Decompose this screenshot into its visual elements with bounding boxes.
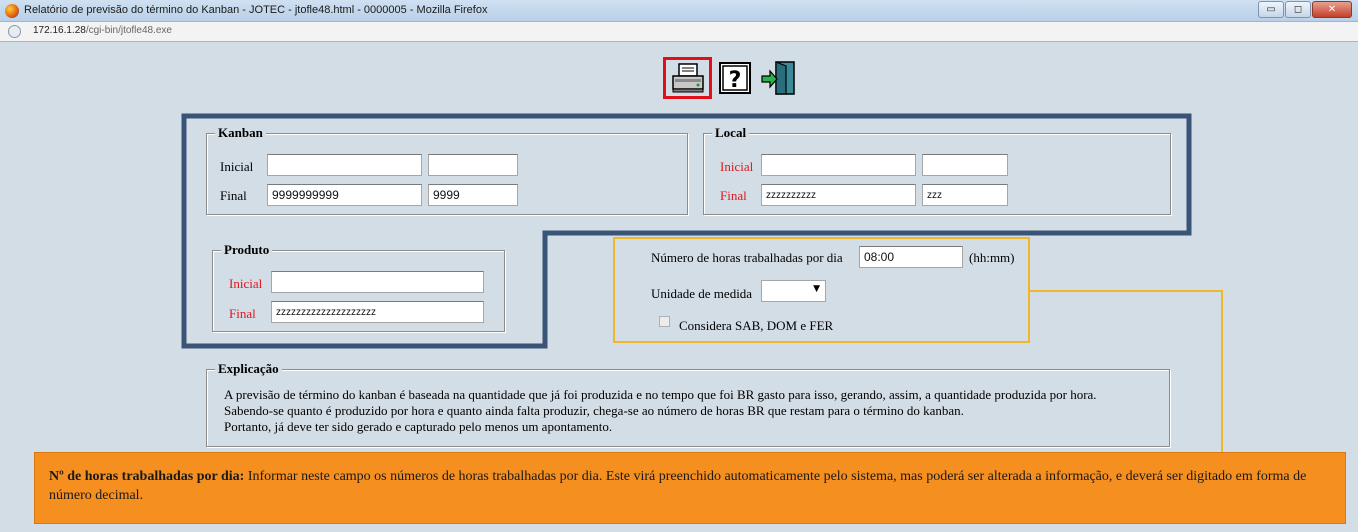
kanban-inicial-label: Inicial <box>220 159 254 174</box>
produto-legend: Produto <box>221 242 273 258</box>
exit-door-icon <box>761 61 795 95</box>
window-controls: ▭ ◻ ✕ <box>1257 1 1352 18</box>
considera-label: Considera SAB, DOM e FER <box>679 318 834 333</box>
callout-title: Nº de horas trabalhadas por dia: <box>49 469 245 484</box>
help-button[interactable]: ? <box>716 58 754 98</box>
produto-final-label: Final <box>229 306 256 321</box>
help-callout: Nº de horas trabalhadas por dia: Informa… <box>34 452 1346 524</box>
window-title: Relatório de previsão do término do Kanb… <box>24 4 488 16</box>
explicacao-legend: Explicação <box>215 361 282 377</box>
local-final-seq-field[interactable]: zzz <box>922 184 1008 206</box>
callout-connector-vertical <box>1221 290 1223 452</box>
horas-field[interactable]: 08:00 <box>859 246 963 268</box>
explicacao-line-3: Portanto, já deve ter sido gerado e capt… <box>224 419 613 434</box>
unidade-label: Unidade de medida <box>651 286 753 301</box>
local-final-field[interactable]: zzzzzzzzzz <box>761 184 916 206</box>
kanban-final-seq-field[interactable]: 9999 <box>428 184 518 206</box>
printer-icon <box>671 63 704 93</box>
print-button[interactable] <box>663 57 712 99</box>
callout-connector-horizontal <box>1030 290 1223 292</box>
kanban-legend: Kanban <box>215 125 266 141</box>
address-bar[interactable]: 172.16.1.28/cgi-bin/jtofle48.exe <box>0 22 1358 42</box>
kanban-final-label: Final <box>220 188 247 203</box>
chevron-down-icon: ▼ <box>813 284 820 294</box>
window-titlebar: Relatório de previsão do término do Kanb… <box>0 0 1358 22</box>
produto-inicial-label: Inicial <box>229 276 263 291</box>
horas-unit: (hh:mm) <box>969 250 1015 265</box>
maximize-icon[interactable]: ◻ <box>1285 1 1311 18</box>
kanban-inicial-seq-field[interactable] <box>428 154 518 176</box>
produto-final-field[interactable]: zzzzzzzzzzzzzzzzzzzz <box>271 301 484 323</box>
local-inicial-label: Inicial <box>720 159 754 174</box>
address-url[interactable]: 172.16.1.28/cgi-bin/jtofle48.exe <box>33 25 172 36</box>
considera-checkbox[interactable] <box>659 316 670 327</box>
kanban-inicial-field[interactable] <box>267 154 422 176</box>
kanban-final-field[interactable]: 9999999999 <box>267 184 422 206</box>
exit-button[interactable] <box>759 58 799 98</box>
help-icon: ? <box>719 62 751 94</box>
local-inicial-field[interactable] <box>761 154 916 176</box>
horas-label: Número de horas trabalhadas por dia <box>651 250 843 265</box>
explicacao-line-1: A previsão de término do kanban é basead… <box>224 387 1097 402</box>
local-inicial-seq-field[interactable] <box>922 154 1008 176</box>
local-legend: Local <box>712 125 750 141</box>
minimize-icon[interactable]: ▭ <box>1258 1 1284 18</box>
firefox-icon <box>5 4 19 18</box>
globe-icon <box>8 25 21 38</box>
local-final-label: Final <box>720 188 747 203</box>
produto-inicial-field[interactable] <box>271 271 484 293</box>
svg-text:?: ? <box>729 68 742 93</box>
unidade-select[interactable]: ▼ <box>761 280 826 302</box>
explicacao-line-2: Sabendo-se quanto é produzido por hora e… <box>224 403 964 418</box>
close-icon[interactable]: ✕ <box>1312 1 1352 18</box>
